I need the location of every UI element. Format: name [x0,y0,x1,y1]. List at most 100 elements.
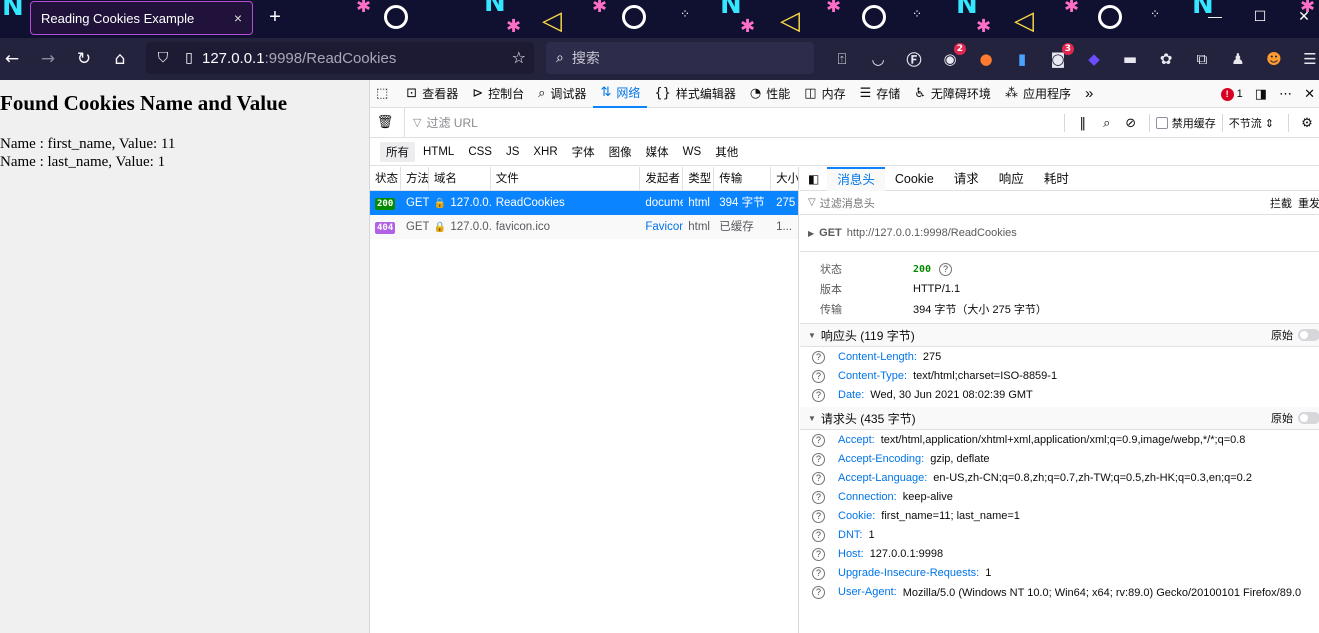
type-filter-ws[interactable]: WS [677,144,708,160]
tab-headers[interactable]: 消息头 [827,166,885,191]
toggle-switch[interactable] [1298,329,1319,341]
tab-debugger[interactable]: ⌕ 调试器 [531,80,593,108]
help-icon[interactable]: ? [812,351,825,364]
tab-inspector[interactable]: ⊡ 查看器 [399,80,465,108]
column-status[interactable]: 状态 [370,167,401,190]
help-icon[interactable]: ? [812,491,825,504]
tab-performance[interactable]: ◔ 性能 [743,80,797,108]
column-method[interactable]: 方法 [401,167,429,190]
raw-toggle[interactable]: 原始 [1271,410,1319,426]
raw-toggle[interactable]: 原始 [1271,327,1319,343]
minimize-button[interactable]: — [1200,8,1230,24]
tab-memory[interactable]: ◫ 内存 [797,80,852,108]
help-icon[interactable]: ? [812,567,825,580]
clear-trash-icon[interactable]: 🗑 [370,115,400,130]
search-icon[interactable]: ⌕ [1095,116,1119,131]
help-icon[interactable]: ? [812,472,825,485]
help-icon[interactable]: ? [812,453,825,466]
type-filter-fonts[interactable]: 字体 [566,142,601,162]
filter-headers-input[interactable]: ▽ 过滤消息头 拦截 重发 [800,191,1319,215]
more-tabs-icon[interactable]: » [1078,80,1100,108]
extension-icon[interactable]: ♟ [1220,43,1256,75]
tab-request[interactable]: 请求 [944,167,989,191]
extension-f-icon[interactable]: Ⓕ [896,43,932,75]
dock-icon[interactable]: ◨ [1255,87,1267,102]
menu-icon[interactable]: ☰ [1292,43,1319,75]
type-filter-other[interactable]: 其他 [709,142,744,162]
options-icon[interactable]: ⋯ [1279,87,1292,102]
request-headers-section[interactable]: ▼ 请求头 (435 字节) 原始 [800,407,1319,430]
type-filter-css[interactable]: CSS [462,144,498,160]
type-filter-all[interactable]: 所有 [380,141,415,162]
help-icon[interactable]: ? [812,510,825,523]
shield-icon[interactable]: ⛉ [150,50,176,66]
error-indicator[interactable]: ! 1 [1220,87,1243,101]
extension-icon[interactable]: ▬ [1112,43,1148,75]
type-filter-js[interactable]: JS [500,144,525,160]
tab-close-icon[interactable]: × [234,10,242,26]
extension-icon[interactable]: ◆ [1076,43,1112,75]
extension-icon[interactable]: ✿ [1148,43,1184,75]
help-icon[interactable]: ? [812,389,825,402]
url-bar[interactable]: ⛉ ▯ 127.0.0.1:9998/ReadCookies ☆ [146,42,534,74]
resend-button[interactable]: 重发 [1298,195,1319,211]
close-window-button[interactable]: ✕ [1289,8,1319,25]
help-icon[interactable]: ? [812,434,825,447]
new-tab-button[interactable]: + [264,6,286,29]
type-filter-html[interactable]: HTML [417,144,460,160]
extension-icon[interactable]: ☻ [1256,43,1292,75]
tab-accessibility[interactable]: ♿ 无障碍环境 [907,80,998,108]
pause-icon[interactable]: ‖ [1071,116,1095,131]
back-icon[interactable]: ← [0,43,30,75]
type-filter-images[interactable]: 图像 [603,142,638,162]
type-filter-media[interactable]: 媒体 [640,142,675,162]
maximize-button[interactable]: ☐ [1245,8,1275,25]
tab-console[interactable]: ⊳ 控制台 [465,80,531,108]
extension-icon[interactable]: ⧉ [1184,43,1220,75]
extension-icon[interactable]: ● [968,43,1004,75]
checkbox[interactable] [1155,117,1168,129]
column-file[interactable]: 文件 [491,167,641,190]
disable-cache-checkbox[interactable]: 禁用缓存 [1155,115,1216,131]
browser-tab[interactable]: Reading Cookies Example × [30,1,253,35]
close-devtools-icon[interactable]: ✕ [1304,87,1315,102]
tab-style-editor[interactable]: {} 样式编辑器 [647,80,743,108]
request-row[interactable]: 200 GET 🔒127.0.0.1:9998 ReadCookies docu… [370,191,798,215]
search-input[interactable]: ⌕ 搜索 [546,42,814,74]
forward-icon[interactable]: → [30,43,66,75]
help-icon[interactable]: ? [812,548,825,561]
help-icon[interactable]: ? [812,370,825,383]
column-transferred[interactable]: 传输 [714,167,772,190]
request-initiator[interactable]: FaviconLoader [640,215,683,239]
help-icon[interactable]: ? [812,529,825,542]
bookmark-star-icon[interactable]: ☆ [512,48,526,67]
extension-icon[interactable]: ▮ [1004,43,1040,75]
element-picker-icon[interactable]: ⬚ [370,80,399,108]
extension-icon[interactable]: ⍐ [824,43,860,75]
home-icon[interactable]: ⌂ [102,43,138,75]
column-initiator[interactable]: 发起者 [640,167,684,190]
help-icon[interactable]: ? [939,262,953,276]
column-domain[interactable]: 域名 [429,167,491,190]
tab-timings[interactable]: 耗时 [1034,167,1079,191]
settings-gear-icon[interactable]: ⚙ [1295,116,1319,131]
tab-network[interactable]: ⇅ 网络 [593,80,648,108]
extension-icon[interactable]: ◙ 3 [1040,43,1076,75]
tab-cookies[interactable]: Cookie [885,167,944,191]
tab-response[interactable]: 响应 [989,167,1034,191]
response-headers-section[interactable]: ▼ 响应头 (119 字节) 原始 [800,324,1319,347]
filter-url-input[interactable]: ▽ 过滤 URL [404,107,1054,138]
help-icon[interactable]: ? [812,586,825,599]
pocket-icon[interactable]: ◡ [860,43,896,75]
throttle-select[interactable]: 不节流 ⇕ [1229,115,1274,131]
extension-icon[interactable]: ◉ 2 [932,43,968,75]
request-row[interactable]: 404 GET 🔒127.0.0.1:9998 favicon.ico Favi… [370,215,798,239]
block-icon[interactable]: ⊘ [1119,116,1143,131]
request-summary-url[interactable]: ▶ GET http://127.0.0.1:9998/ReadCookies [800,215,1319,252]
toggle-sidebar-icon[interactable]: ◧ [800,167,827,191]
reload-icon[interactable]: ↻ [66,43,102,75]
tab-application[interactable]: ⁂ 应用程序 [998,80,1078,108]
block-button[interactable]: 拦截 [1270,195,1292,211]
type-filter-xhr[interactable]: XHR [527,144,563,160]
column-size[interactable]: 大小 [771,167,798,190]
